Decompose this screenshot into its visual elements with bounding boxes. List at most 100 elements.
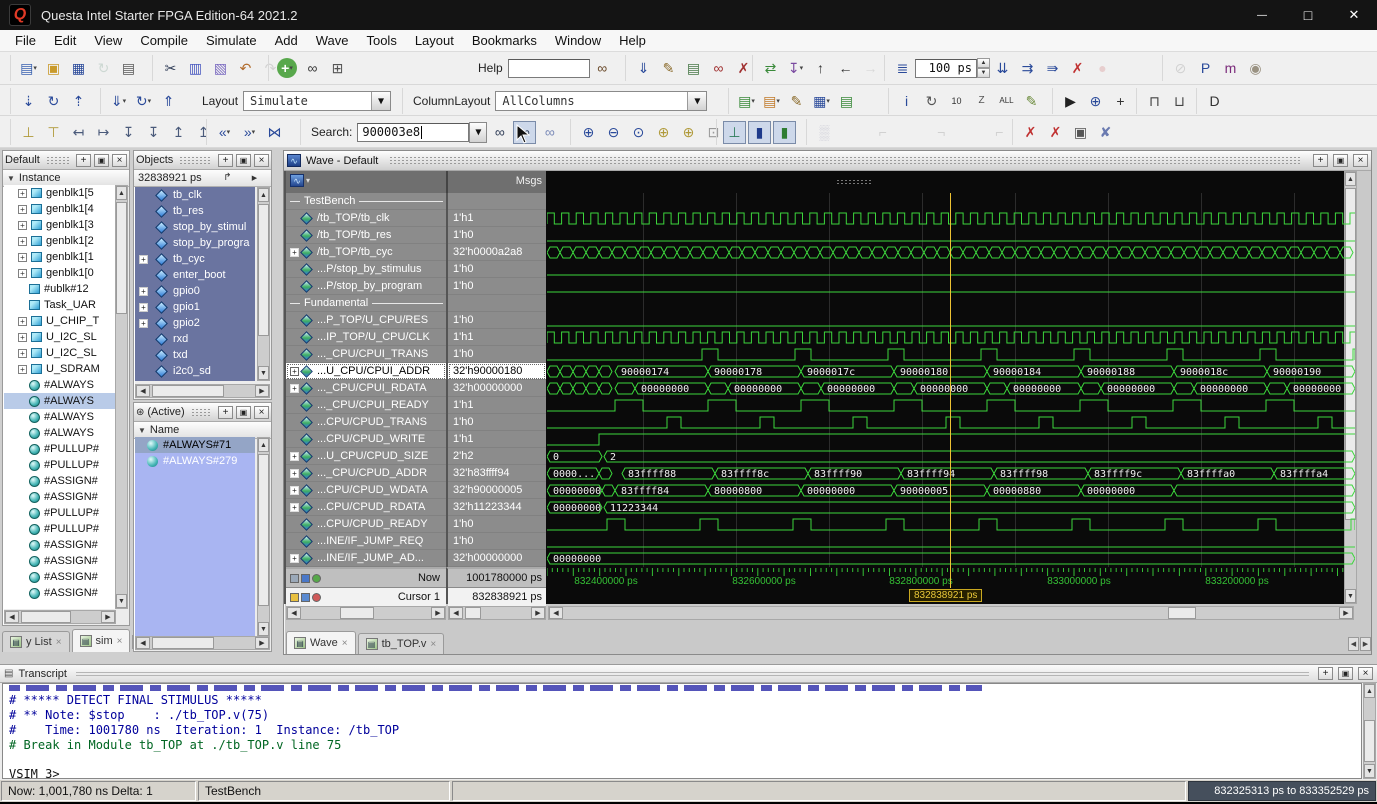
no-force-button[interactable]: ⊘ (1169, 57, 1192, 80)
filter-icon[interactable]: ▼ (138, 426, 146, 435)
scroll-left-icon[interactable]: ◀ (287, 607, 301, 619)
wave-trace-row[interactable] (547, 244, 1355, 261)
wave-trace-row[interactable] (547, 193, 1355, 210)
menu-add[interactable]: Add (266, 31, 307, 50)
wave-trace-row[interactable] (547, 261, 1355, 278)
scroll-left-icon[interactable]: ◀ (136, 385, 150, 397)
radix-10-button[interactable]: 10 (945, 90, 968, 113)
instance-item[interactable]: +genblk1[2 (4, 233, 116, 249)
wave-signal-name[interactable]: ...CPU/CPUD_READY (286, 516, 446, 533)
expander-icon[interactable]: + (18, 221, 27, 230)
wave-options-arrow-icon[interactable]: ▾ (306, 176, 310, 185)
wave-timeline[interactable]: 832400000 ps832600000 ps832800000 ps8330… (547, 567, 1355, 604)
wave-signal-name[interactable]: +..._CPU/CPUI_RDATA (286, 380, 446, 397)
wave-signal-name[interactable]: +/tb_TOP/tb_cyc (286, 244, 446, 261)
wave-cursor-line[interactable] (950, 193, 951, 588)
filter-icon[interactable]: ▼ (7, 174, 15, 183)
panel-close-button[interactable] (254, 154, 269, 167)
load-format-button[interactable]: ▤▾ (760, 90, 783, 113)
instance-item[interactable]: #ASSIGN# (4, 489, 116, 505)
canvas-grip[interactable] (836, 179, 872, 186)
wave-trace-row[interactable] (547, 210, 1355, 227)
expander-icon[interactable]: + (18, 253, 27, 262)
instance-item[interactable]: +U_SDRAM (4, 361, 116, 377)
menu-file[interactable]: File (6, 31, 45, 50)
event-end-button[interactable]: ⌐ (988, 121, 1011, 144)
expander-icon[interactable]: + (18, 333, 27, 342)
save-snapshot-button[interactable]: ▣ (1069, 121, 1092, 144)
panel-close-button[interactable] (254, 406, 269, 419)
regenerate-button[interactable]: ↻ (920, 90, 943, 113)
object-item[interactable]: +gpio2 (135, 315, 255, 331)
memory-profile-button[interactable]: m (1219, 57, 1242, 80)
save-layout-button[interactable]: ▦▾ (810, 90, 833, 113)
wave-undock-button[interactable] (1333, 154, 1348, 167)
instance-item[interactable]: Task_UAR (4, 297, 116, 313)
create-wave-button[interactable]: ▤ (682, 57, 705, 80)
delete-range-button[interactable]: ✘ (1094, 121, 1117, 144)
objects-hscrollbar[interactable]: ◀ ▶ (135, 384, 270, 398)
wave-signal-name[interactable]: +...CPU/CPUD_WDATA (286, 482, 446, 499)
wave-canvas[interactable]: 90000174900001789000017c9000018090000184… (546, 171, 1356, 604)
expander-icon[interactable]: + (290, 554, 299, 563)
cursor-value[interactable]: 832838921 ps (472, 591, 542, 603)
wave-trace-row[interactable]: 0000000083ffff84800008000000000090000005… (547, 482, 1355, 499)
instance-item[interactable]: +genblk1[5 (4, 185, 116, 201)
instance-column-header[interactable]: Instance (19, 172, 61, 184)
pause-hand-button[interactable]: ◉ (1244, 57, 1267, 80)
zoom-in-on-cursor-button[interactable]: ⊕ (652, 121, 675, 144)
expander-icon[interactable]: + (18, 349, 27, 358)
save-button[interactable]: ▦ (67, 57, 90, 80)
zero-mode-button[interactable]: Z (970, 90, 993, 113)
objects-vscrollbar[interactable]: ▲ ▼ (257, 187, 270, 381)
wave-title-grip[interactable] (389, 156, 1302, 165)
scroll-up-icon[interactable]: ▲ (1345, 172, 1356, 186)
pan-pointer-button[interactable]: + (1109, 90, 1132, 113)
wave-signal-name[interactable]: ...P_TOP/U_CPU/RES (286, 312, 446, 329)
instance-item[interactable]: +U_I2C_SL (4, 329, 116, 345)
search-history-dropdown[interactable]: ▼ (469, 122, 487, 143)
columnlayout-combo-arrow-icon[interactable]: ▼ (687, 92, 706, 110)
run-continue-button[interactable]: ⇉ (1016, 57, 1039, 80)
wave-signal-name[interactable]: ..._CPU/CPUI_READY (286, 397, 446, 414)
instance-item[interactable]: +genblk1[1 (4, 249, 116, 265)
object-item[interactable]: tb_res (135, 203, 255, 219)
zoom-pointer-button[interactable]: ⊕ (1084, 90, 1107, 113)
forward-button[interactable]: → (859, 57, 882, 80)
menu-bookmarks[interactable]: Bookmarks (463, 31, 546, 50)
wave-group-header[interactable]: TestBench (286, 193, 446, 210)
active-hscrollbar[interactable]: ◀ ▶ (135, 636, 270, 650)
wave-trace-row[interactable] (547, 516, 1355, 533)
panel-undock-button[interactable] (236, 154, 251, 167)
tab-close-icon[interactable] (56, 636, 62, 648)
instance-item[interactable]: #ASSIGN# (4, 473, 116, 489)
add-cursor-button[interactable]: ⊥ (17, 121, 40, 144)
compile-button[interactable]: ⇓ (632, 57, 655, 80)
event-middle-button[interactable]: ¬ (930, 121, 953, 144)
wave-trace-row[interactable]: 0000000011223344 (547, 499, 1355, 516)
search-options-button[interactable]: ∞ (538, 121, 561, 144)
find-first-button[interactable]: ⇣ (17, 90, 40, 113)
edit-pencil-button[interactable]: ✎ (1020, 90, 1043, 113)
panel-add-button[interactable] (218, 406, 233, 419)
wave-trace-row[interactable] (547, 533, 1355, 550)
wave-close-button[interactable] (1353, 154, 1368, 167)
active-process-item[interactable]: #ALWAYS#71 (135, 437, 255, 453)
menu-simulate[interactable]: Simulate (197, 31, 266, 50)
menu-layout[interactable]: Layout (406, 31, 463, 50)
object-item[interactable]: stop_by_progra (135, 235, 255, 251)
edit-cursor-icon[interactable] (301, 593, 310, 602)
wave-canvas-hscrollbar[interactable]: ◀ ▶ (548, 606, 1354, 620)
search-input[interactable]: 900003e8 (357, 123, 469, 142)
add-to-list-button[interactable]: ↻▾ (132, 90, 155, 113)
performance-profile-button[interactable]: P (1194, 57, 1217, 80)
wave-window-titlebar[interactable]: ∿ Wave - Default (284, 151, 1371, 171)
expander-icon[interactable]: + (139, 319, 148, 328)
menu-view[interactable]: View (85, 31, 131, 50)
instance-item[interactable]: +U_I2C_SL (4, 345, 116, 361)
instance-item[interactable]: #ASSIGN# (4, 537, 116, 553)
instance-item[interactable]: +U_CHIP_T (4, 313, 116, 329)
cut-button[interactable]: ✂ (159, 57, 182, 80)
expander-icon[interactable]: + (290, 486, 299, 495)
instance-item[interactable]: #PULLUP# (4, 441, 116, 457)
